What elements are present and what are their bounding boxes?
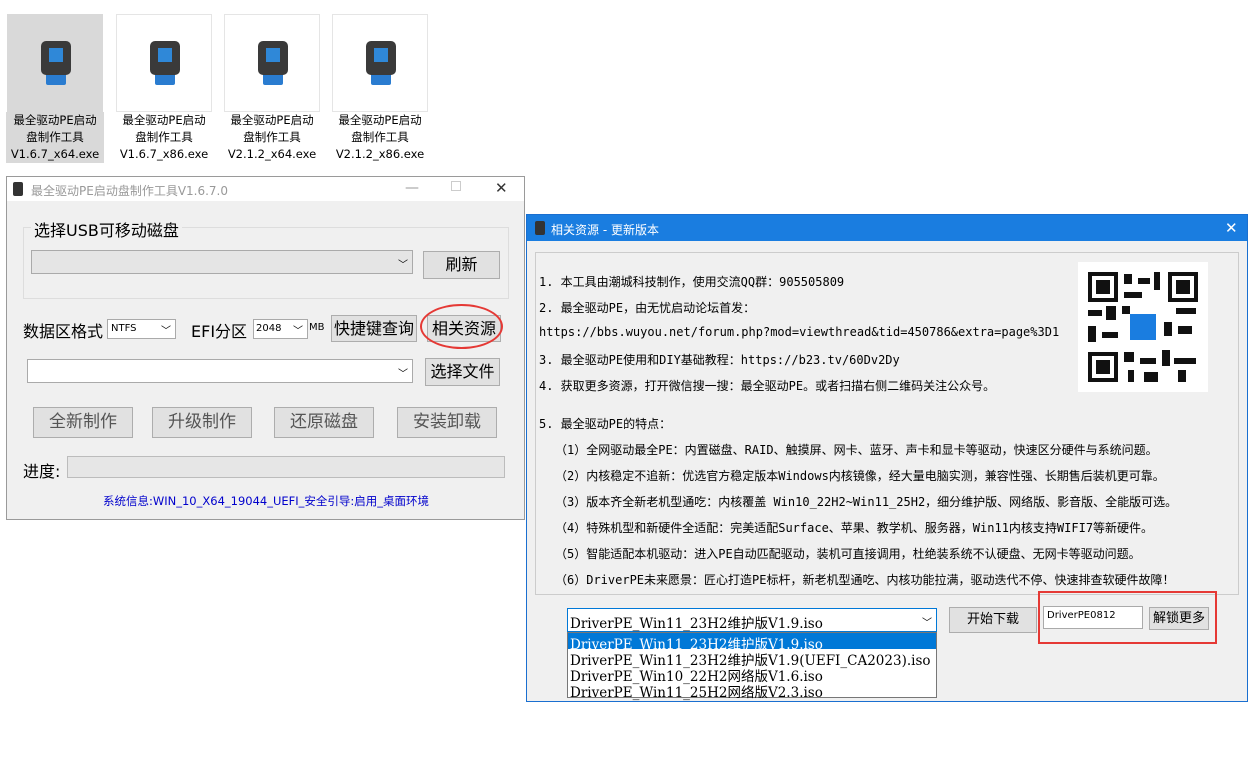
close-button[interactable]: ✕: [495, 179, 508, 197]
qr-code: [1078, 262, 1208, 392]
file-name-line: 盘制作工具: [26, 130, 84, 144]
res-title-bar: 相关资源 - 更新版本 ✕: [527, 215, 1247, 241]
info-line: 1. 本工具由潮城科技制作，使用交流QQ群：905505809: [539, 275, 845, 289]
install-uninstall-button[interactable]: 安装卸载: [397, 407, 497, 438]
info-line: （6）DriverPE未来愿景：匠心打造PE标杆，新老机型通吃、内核功能拉满，驱…: [555, 573, 1175, 587]
file-name-line: V2.1.2_x86.exe: [335, 147, 425, 161]
maximize-button[interactable]: [451, 181, 461, 191]
start-download-button[interactable]: 开始下载: [949, 607, 1037, 633]
highlight-rectangle: [1038, 591, 1217, 644]
info-line: （5）智能适配本机驱动：进入PE自动匹配驱动，装机可直接调用，杜绝装系统不认硬盘…: [555, 547, 1141, 561]
resources-window: 相关资源 - 更新版本 ✕ 1. 本工具由潮城科技制作，使用交流QQ群：9055…: [526, 214, 1248, 702]
refresh-button[interactable]: 刷新: [423, 251, 500, 279]
format-label: 数据区格式: [23, 322, 104, 341]
upgrade-make-button[interactable]: 升级制作: [152, 407, 252, 438]
file-name-line: 最全驱动PE启动: [122, 113, 206, 127]
iso-option[interactable]: DriverPE_Win11_25H2网络版V2.3.iso: [568, 681, 936, 701]
res-title: 相关资源 - 更新版本: [551, 223, 659, 237]
info-line: https://bbs.wuyou.net/forum.php?mod=view…: [539, 325, 1060, 339]
file-name-line: 最全驱动PE启动: [13, 113, 97, 127]
iso-option[interactable]: DriverPE_Win11_23H2维护版V1.9(UEFI_CA2023).…: [568, 649, 936, 669]
efi-unit: MB: [309, 322, 325, 333]
info-line: 2. 最全驱动PE，由无忧启动论坛首发：: [539, 301, 756, 315]
iso-option[interactable]: DriverPE_Win10_22H2网络版V1.6.iso: [568, 665, 936, 685]
info-line: （2）内核稳定不追新：优选官方稳定版本Windows内核镜像，经大量电脑实测，兼…: [555, 469, 1165, 483]
file-name-line: V1.6.7_x86.exe: [119, 147, 209, 161]
title-bar: 最全驱动PE启动盘制作工具V1.6.7.0 — ✕: [7, 177, 524, 201]
file-name-line: V2.1.2_x64.exe: [227, 147, 317, 161]
format-select[interactable]: NTFS ﹀: [107, 319, 176, 339]
iso-dropdown-list: DriverPE_Win11_23H2维护版V1.9.iso DriverPE_W…: [567, 632, 937, 701]
progress-label: 进度:: [23, 462, 61, 481]
info-line: （4）特殊机型和新硬件全适配：完美适配Surface、苹果、教学机、服务器，Wi…: [555, 521, 1154, 535]
progress-bar: [67, 456, 505, 478]
res-close-button[interactable]: ✕: [1225, 219, 1238, 237]
iso-select[interactable]: DriverPE_Win11_23H2维护版V1.9.iso ﹀: [567, 608, 937, 632]
file-name-line: 最全驱动PE启动: [230, 113, 314, 127]
usb-drive-icon: [363, 41, 399, 87]
efi-size-select[interactable]: 2048 ﹀: [253, 319, 308, 339]
iso-option[interactable]: DriverPE_Win11_23H2维护版V1.9.iso: [568, 633, 936, 653]
app-icon: [13, 182, 23, 196]
choose-file-button[interactable]: 选择文件: [425, 358, 500, 386]
file-icon-item[interactable]: 最全驱动PE启动 盘制作工具 V2.1.2_x64.exe: [223, 14, 321, 163]
shortcut-query-button[interactable]: 快捷键查询: [331, 315, 417, 342]
file-select[interactable]: ﹀: [27, 359, 413, 383]
main-window: 最全驱动PE启动盘制作工具V1.6.7.0 — ✕ 选择USB可移动磁盘 ﹀ 刷…: [6, 176, 525, 520]
file-icon-item[interactable]: 最全驱动PE启动 盘制作工具 V1.6.7_x86.exe: [115, 14, 213, 163]
minimize-button[interactable]: —: [405, 180, 419, 196]
usb-disk-select[interactable]: ﹀: [31, 250, 413, 274]
file-name-line: 盘制作工具: [243, 130, 301, 144]
new-make-button[interactable]: 全新制作: [33, 407, 133, 438]
usb-drive-icon: [255, 41, 291, 87]
system-info: 系统信息:WIN_10_X64_19044_UEFI_安全引导:启用_桌面环境: [103, 494, 430, 508]
file-name-line: 盘制作工具: [135, 130, 193, 144]
file-name-line: 盘制作工具: [351, 130, 409, 144]
usb-group-label: 选择USB可移动磁盘: [31, 217, 182, 241]
usb-drive-icon: [147, 41, 183, 87]
window-title: 最全驱动PE启动盘制作工具V1.6.7.0: [31, 184, 229, 198]
qr-code-icon: [1088, 272, 1198, 382]
info-line: 3. 最全驱动PE使用和DIY基础教程：https://b23.tv/60Dv2…: [539, 353, 900, 367]
info-line: （1）全网驱动最全PE：内置磁盘、RAID、触摸屏、网卡、蓝牙、声卡和显卡等驱动…: [555, 443, 1158, 457]
efi-label: EFI分区: [191, 322, 248, 341]
file-name-line: V1.6.7_x64.exe: [10, 147, 100, 161]
usb-drive-icon: [38, 41, 74, 87]
info-line: （3）版本齐全新老机型通吃：内核覆盖 Win10_22H2~Win11_25H2…: [555, 495, 1178, 509]
file-icon-item[interactable]: 最全驱动PE启动 盘制作工具 V2.1.2_x86.exe: [331, 14, 429, 163]
res-app-icon: [535, 221, 545, 235]
file-name-line: 最全驱动PE启动: [338, 113, 422, 127]
highlight-ellipse: [420, 304, 503, 349]
file-icon-item[interactable]: 最全驱动PE启动 盘制作工具 V1.6.7_x64.exe: [6, 14, 104, 163]
info-line: 4. 获取更多资源，打开微信搜一搜：最全驱动PE。或者扫描右侧二维码关注公众号。: [539, 379, 996, 393]
restore-disk-button[interactable]: 还原磁盘: [274, 407, 374, 438]
info-line: 5. 最全驱动PE的特点：: [539, 417, 672, 431]
